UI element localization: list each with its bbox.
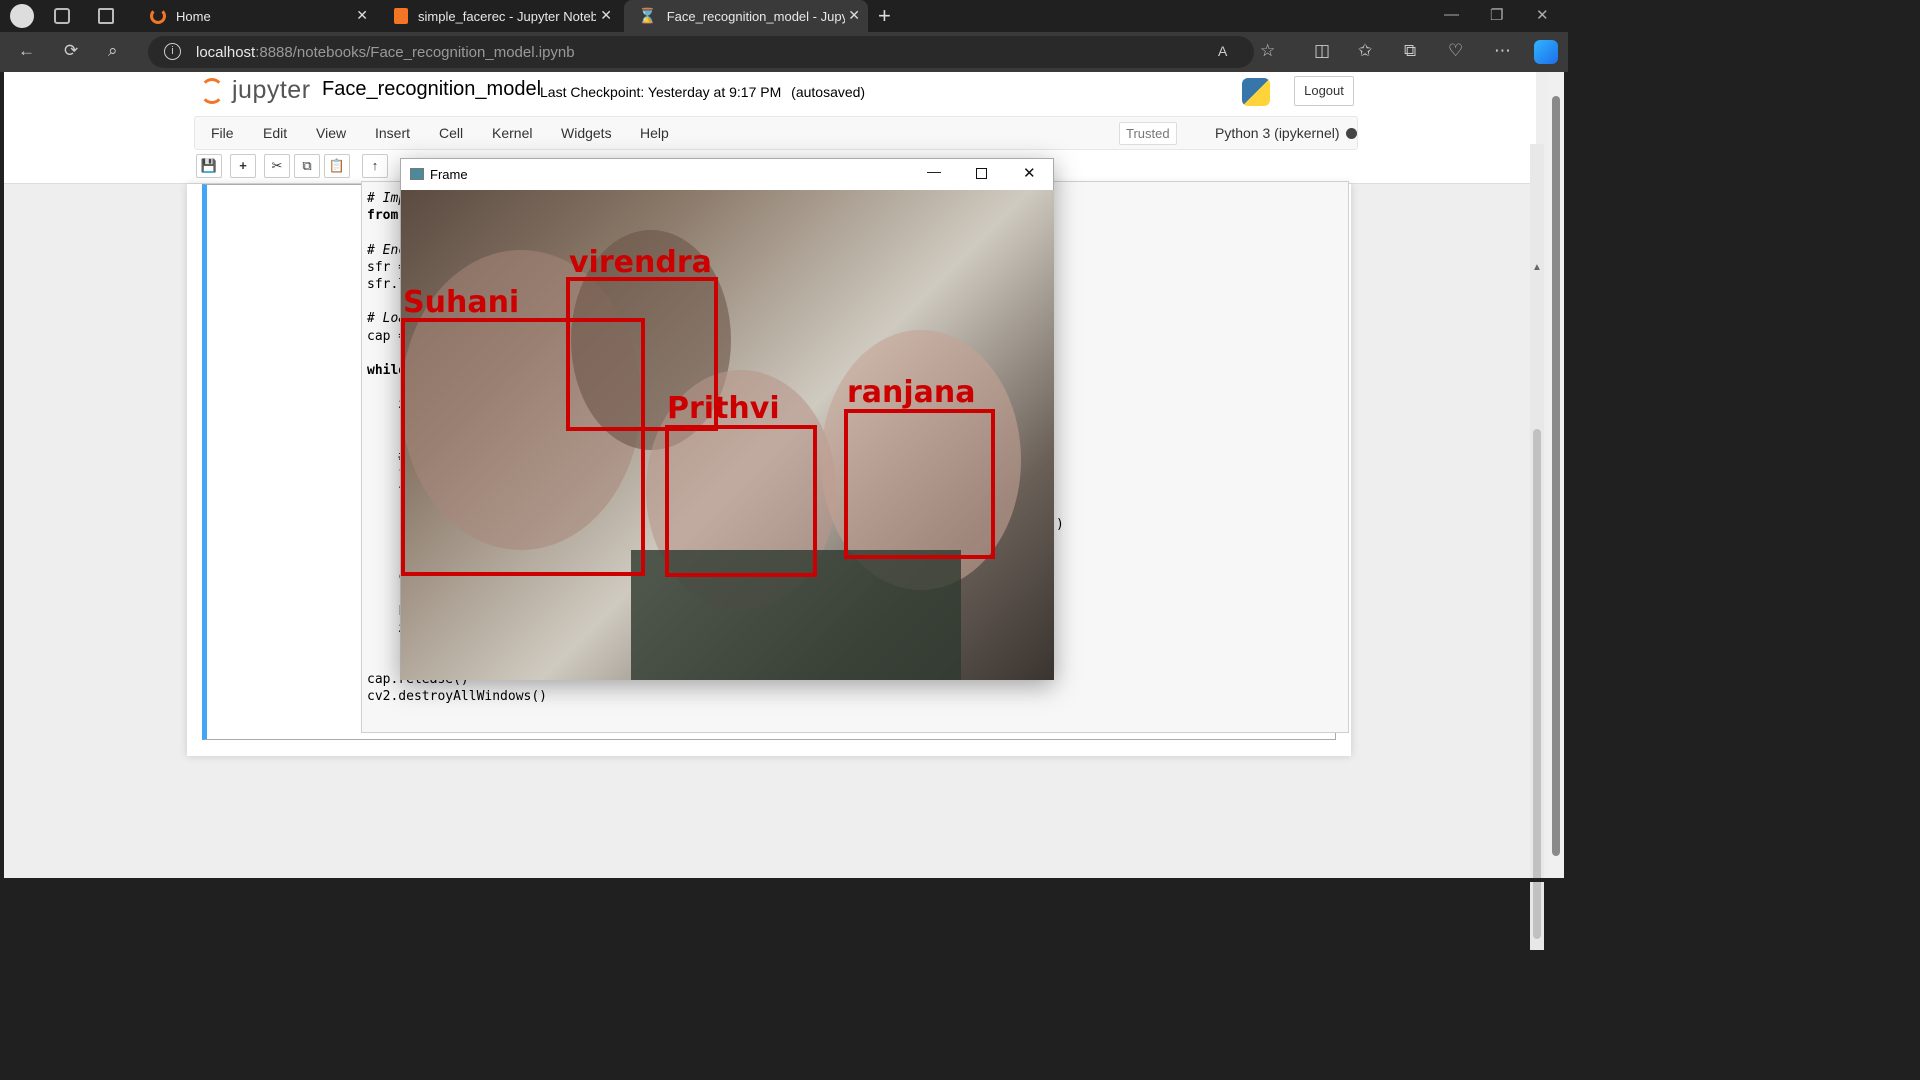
checkpoint-text: Last Checkpoint: Yesterday at 9:17 PM [540,84,782,100]
kernel-status-icon [1346,128,1357,139]
face-label-virendra: virendra [569,245,712,280]
profile-icon[interactable] [10,4,34,28]
new-tab-button[interactable]: + [878,3,891,29]
outer-scrollbar-thumb[interactable] [1552,96,1560,856]
tab-simple-facerec[interactable]: simple_facerec - Jupyter Notebook ✕ [380,0,620,32]
insert-cell-button[interactable]: + [230,154,256,178]
minimize-icon[interactable]: — [1444,6,1459,23]
kernel-name[interactable]: Python 3 (ipykernel) [1215,125,1340,141]
tab-title: Home [176,8,211,24]
restore-icon[interactable]: ❐ [1490,6,1503,24]
cut-button[interactable]: ✂ [264,154,290,178]
move-up-button[interactable]: ↑ [362,154,388,178]
tab-home[interactable]: Home ✕ [136,0,376,32]
favorite-icon[interactable]: ☆ [1260,41,1275,61]
outer-scrollbar[interactable] [1548,72,1564,878]
menu-file[interactable]: File [211,125,234,141]
face-detection-overlay: Suhani virendra Prithvi ranjana [401,230,1021,680]
opencv-frame-window[interactable]: Frame — ✕ Suhani virendra Prithvi ranjan… [400,158,1054,680]
tab-face-recognition[interactable]: ⌛ Face_recognition_model - Jupyter ✕ [624,0,868,32]
copy-button[interactable]: ⧉ [294,154,320,178]
face-label-ranjana: ranjana [847,375,976,410]
copilot-icon[interactable] [1534,40,1558,64]
frame-minimize-icon[interactable]: — [927,163,941,179]
scrollbar-thumb[interactable] [1533,429,1541,939]
tab-title: Face_recognition_model - Jupyter [666,8,845,24]
paste-button[interactable]: 📋 [324,154,350,178]
url-path: :8888/notebooks/Face_recognition_model.i… [255,44,575,61]
menu-help[interactable]: Help [640,125,669,141]
close-tab-icon[interactable]: ✕ [356,7,368,24]
refresh-icon[interactable]: ⟳ [64,41,78,61]
collections-icon[interactable]: ⧉ [1404,41,1416,61]
read-aloud-icon[interactable]: A [1218,43,1227,59]
code-line: cv2.destroyAllWindows() [367,689,548,705]
autosave-status: (autosaved) [791,84,866,100]
menu-edit[interactable]: Edit [263,125,287,141]
url-host: localhost [196,44,256,61]
url-field[interactable]: i localhost:8888/notebooks/Face_recognit… [148,36,1254,68]
close-tab-icon[interactable]: ✕ [848,7,860,24]
frame-app-icon [410,168,424,180]
tab-title: simple_facerec - Jupyter Notebook [418,8,596,24]
window-bottom-edge [0,878,1568,882]
notebook-name[interactable]: Face_recognition_model [322,78,541,101]
jupyter-logo-icon[interactable] [200,78,224,104]
hourglass-icon: ⌛ [638,8,657,25]
close-tab-icon[interactable]: ✕ [600,7,612,24]
browser-essentials-icon[interactable]: ♡ [1448,41,1463,61]
jupyter-logo-text[interactable]: jupyter [232,76,311,105]
trusted-badge[interactable]: Trusted [1119,122,1177,145]
more-icon[interactable]: ⋯ [1494,41,1511,61]
search-icon[interactable]: ⌕ [108,41,118,61]
frame-title: Frame [430,167,468,182]
vertical-tabs-icon[interactable] [98,8,114,24]
menu-widgets[interactable]: Widgets [561,125,612,141]
python-logo-icon [1242,78,1270,106]
info-icon[interactable]: i [164,43,181,60]
code-tail-char: ) [1056,517,1064,532]
camera-frame-image: Suhani virendra Prithvi ranjana [401,190,1054,680]
menu-bar: File Edit View Insert Cell Kernel Widget… [194,116,1358,150]
favorites-icon[interactable]: ✩ [1358,41,1372,61]
jupyter-icon [150,8,166,24]
frame-close-icon[interactable]: ✕ [1023,164,1036,182]
face-label-suhani: Suhani [403,285,519,320]
clothing-region [631,550,961,680]
address-bar-row: ← ⟳ ⌕ i localhost:8888/notebooks/Face_re… [0,32,1568,72]
split-screen-icon[interactable]: ◫ [1314,41,1330,61]
scroll-up-icon[interactable]: ▲ [1532,262,1542,273]
frame-maximize-icon[interactable] [976,168,987,179]
menu-view[interactable]: View [316,125,346,141]
url-text: localhost:8888/notebooks/Face_recognitio… [196,44,575,61]
back-icon[interactable]: ← [18,41,35,61]
checkpoint-status: Last Checkpoint: Yesterday at 9:17 PM (a… [540,84,865,100]
browser-tab-strip: Home ✕ simple_facerec - Jupyter Notebook… [0,0,1568,32]
logout-button[interactable]: Logout [1294,76,1354,106]
face-label-prithvi: Prithvi [667,391,780,426]
workspaces-icon[interactable] [54,8,70,24]
menu-cell[interactable]: Cell [439,125,463,141]
notebook-icon [394,8,408,24]
save-button[interactable]: 💾 [196,154,222,178]
page-scrollbar[interactable]: ▲ [1530,144,1544,950]
menu-insert[interactable]: Insert [375,125,410,141]
close-window-icon[interactable]: ✕ [1536,6,1549,24]
menu-kernel[interactable]: Kernel [492,125,532,141]
